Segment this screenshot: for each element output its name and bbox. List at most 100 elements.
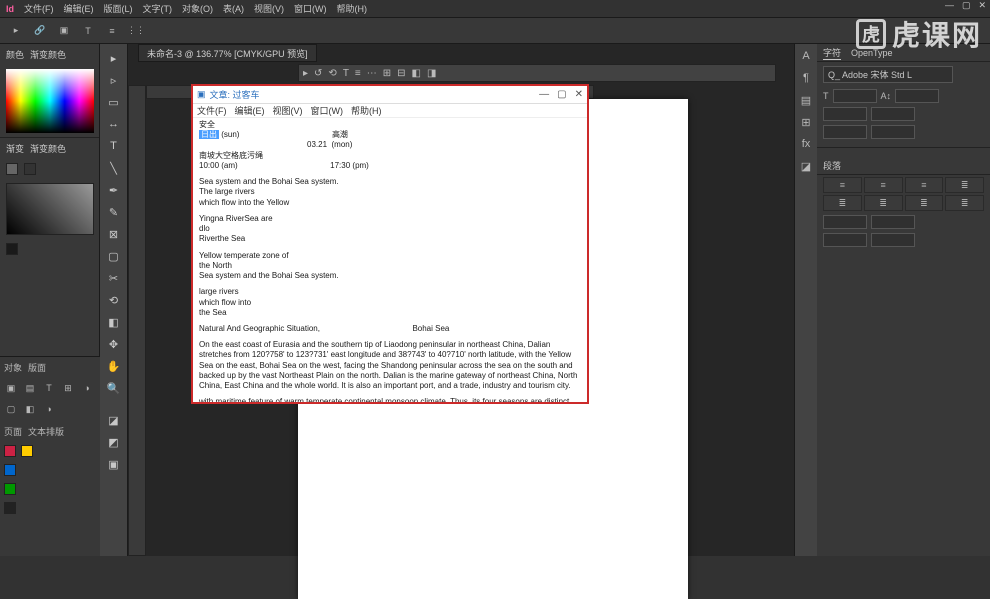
sub-icon3[interactable]: ⟲: [328, 68, 336, 79]
default-fill[interactable]: ◩: [103, 432, 125, 452]
story-menu-help[interactable]: 帮助(H): [351, 104, 382, 117]
bl-icon-5[interactable]: ◑: [80, 381, 94, 395]
gradient-preview[interactable]: [6, 183, 94, 235]
gradient-tool[interactable]: ◧: [103, 312, 125, 332]
bl-icon-8[interactable]: ◑: [42, 402, 56, 416]
hscale-field[interactable]: [871, 125, 915, 139]
story-close-icon[interactable]: ✕: [575, 89, 583, 100]
align-icon[interactable]: ≡: [104, 23, 120, 39]
menu-window[interactable]: 窗口(W): [294, 2, 327, 15]
space-before-field[interactable]: [823, 233, 867, 247]
gradient-stop[interactable]: [6, 243, 18, 255]
space-after-field[interactable]: [871, 233, 915, 247]
close-icon[interactable]: ✕: [978, 0, 986, 11]
minimize-icon[interactable]: —: [945, 0, 954, 11]
menu-layout[interactable]: 版面(L): [104, 2, 133, 15]
scissors-tool[interactable]: ✂: [103, 268, 125, 288]
sub-icon9[interactable]: ◧: [412, 68, 421, 79]
align-full[interactable]: ≣: [945, 195, 984, 211]
panel-icon-6[interactable]: ◪: [798, 158, 814, 174]
distribute-icon[interactable]: ⋮⋮: [128, 23, 144, 39]
tab-paragraph[interactable]: 段落: [823, 159, 841, 172]
sub-icon5[interactable]: ≡: [355, 68, 361, 79]
sub-icon2[interactable]: ↺: [314, 68, 322, 79]
align-justify[interactable]: ≣: [945, 177, 984, 193]
indent-left-field[interactable]: [823, 215, 867, 229]
line-tool[interactable]: ╲: [103, 158, 125, 178]
bl-icon-2[interactable]: ▤: [23, 381, 37, 395]
menu-help[interactable]: 帮助(H): [337, 2, 368, 15]
track-field[interactable]: [871, 107, 915, 121]
text-icon[interactable]: T: [80, 23, 96, 39]
panel-icon-5[interactable]: fx: [798, 136, 814, 152]
tab-character[interactable]: 字符: [823, 46, 841, 60]
fill-stroke-swap[interactable]: ◪: [103, 410, 125, 430]
zoom-tool[interactable]: 🔍: [103, 378, 125, 398]
story-menu-view[interactable]: 视图(V): [273, 104, 303, 117]
page-icon[interactable]: ▣: [56, 23, 72, 39]
tab-gradient2[interactable]: 渐变颜色: [30, 142, 66, 155]
direct-select-tool[interactable]: ▹: [103, 70, 125, 90]
tab-textwrap[interactable]: 文本排版: [28, 425, 64, 438]
align-jl[interactable]: ≣: [823, 195, 862, 211]
pencil-tool[interactable]: ✎: [103, 202, 125, 222]
align-jc[interactable]: ≣: [864, 195, 903, 211]
selection-tool[interactable]: ▸: [103, 48, 125, 68]
panel-icon-2[interactable]: ¶: [798, 70, 814, 86]
menu-edit[interactable]: 编辑(E): [64, 2, 94, 15]
panel-icon-3[interactable]: ▤: [798, 92, 814, 108]
sw-3[interactable]: [4, 464, 16, 476]
sub-icon4[interactable]: T: [343, 68, 349, 79]
tab-color[interactable]: 颜色: [6, 48, 24, 61]
swatch-fill[interactable]: [6, 163, 18, 175]
rect-frame-tool[interactable]: ⊠: [103, 224, 125, 244]
story-min-icon[interactable]: —: [539, 89, 549, 100]
sub-icon7[interactable]: ⊞: [383, 68, 391, 79]
tab-gradient-color[interactable]: 渐变颜色: [30, 48, 66, 61]
view-mode[interactable]: ▣: [103, 454, 125, 474]
tab-opentype[interactable]: OpenType: [851, 48, 893, 58]
bl-icon-3[interactable]: T: [42, 381, 56, 395]
tab-gradient[interactable]: 渐变: [6, 142, 24, 155]
panel-icon-4[interactable]: ⊞: [798, 114, 814, 130]
hand-tool[interactable]: ✋: [103, 356, 125, 376]
eyedropper-tool[interactable]: ✥: [103, 334, 125, 354]
document-tab[interactable]: 未命名-3 @ 136.77% [CMYK/GPU 预览]: [138, 44, 317, 62]
rect-tool[interactable]: ▢: [103, 246, 125, 266]
sub-icon8[interactable]: ⊟: [397, 68, 405, 79]
story-menu-window[interactable]: 窗口(W): [311, 104, 344, 117]
bl-icon-7[interactable]: ◧: [23, 402, 37, 416]
type-tool[interactable]: T: [103, 136, 125, 156]
indent-right-field[interactable]: [871, 215, 915, 229]
fontsize-field[interactable]: [833, 89, 877, 103]
sub-icon[interactable]: ▸: [303, 68, 308, 79]
transform-tool[interactable]: ⟲: [103, 290, 125, 310]
menu-table[interactable]: 表(A): [223, 2, 244, 15]
story-max-icon[interactable]: ▢: [557, 89, 566, 100]
color-spectrum[interactable]: [6, 69, 94, 133]
leading-field[interactable]: [895, 89, 939, 103]
menu-type[interactable]: 文字(T): [143, 2, 173, 15]
story-body[interactable]: 安全 日出 (sun) 高潮 03.21 (mon) 南坡大空格底污绳 10:0…: [193, 118, 587, 402]
menu-object[interactable]: 对象(O): [182, 2, 213, 15]
story-titlebar[interactable]: ▣ 文章: 过客车 — ▢ ✕: [193, 86, 587, 104]
sub-icon10[interactable]: ◨: [427, 68, 436, 79]
bl-icon-6[interactable]: ▢: [4, 402, 18, 416]
page-tool[interactable]: ▭: [103, 92, 125, 112]
align-right[interactable]: ≡: [905, 177, 944, 193]
link-icon[interactable]: 🔗: [32, 23, 48, 39]
vscale-field[interactable]: [823, 125, 867, 139]
gap-tool[interactable]: ↔: [103, 114, 125, 134]
panel-icon-1[interactable]: A: [798, 48, 814, 64]
align-center[interactable]: ≡: [864, 177, 903, 193]
sw-5[interactable]: [4, 502, 16, 514]
align-jr[interactable]: ≣: [905, 195, 944, 211]
sw-1[interactable]: [4, 445, 16, 457]
sw-2[interactable]: [21, 445, 33, 457]
sub-icon6[interactable]: ⋯: [367, 68, 377, 79]
swatch-stroke[interactable]: [24, 163, 36, 175]
selection-icon[interactable]: ▸: [8, 23, 24, 39]
menu-file[interactable]: 文件(F): [24, 2, 54, 15]
tab-pages[interactable]: 页面: [4, 425, 22, 438]
tab-obj[interactable]: 对象: [4, 361, 22, 374]
